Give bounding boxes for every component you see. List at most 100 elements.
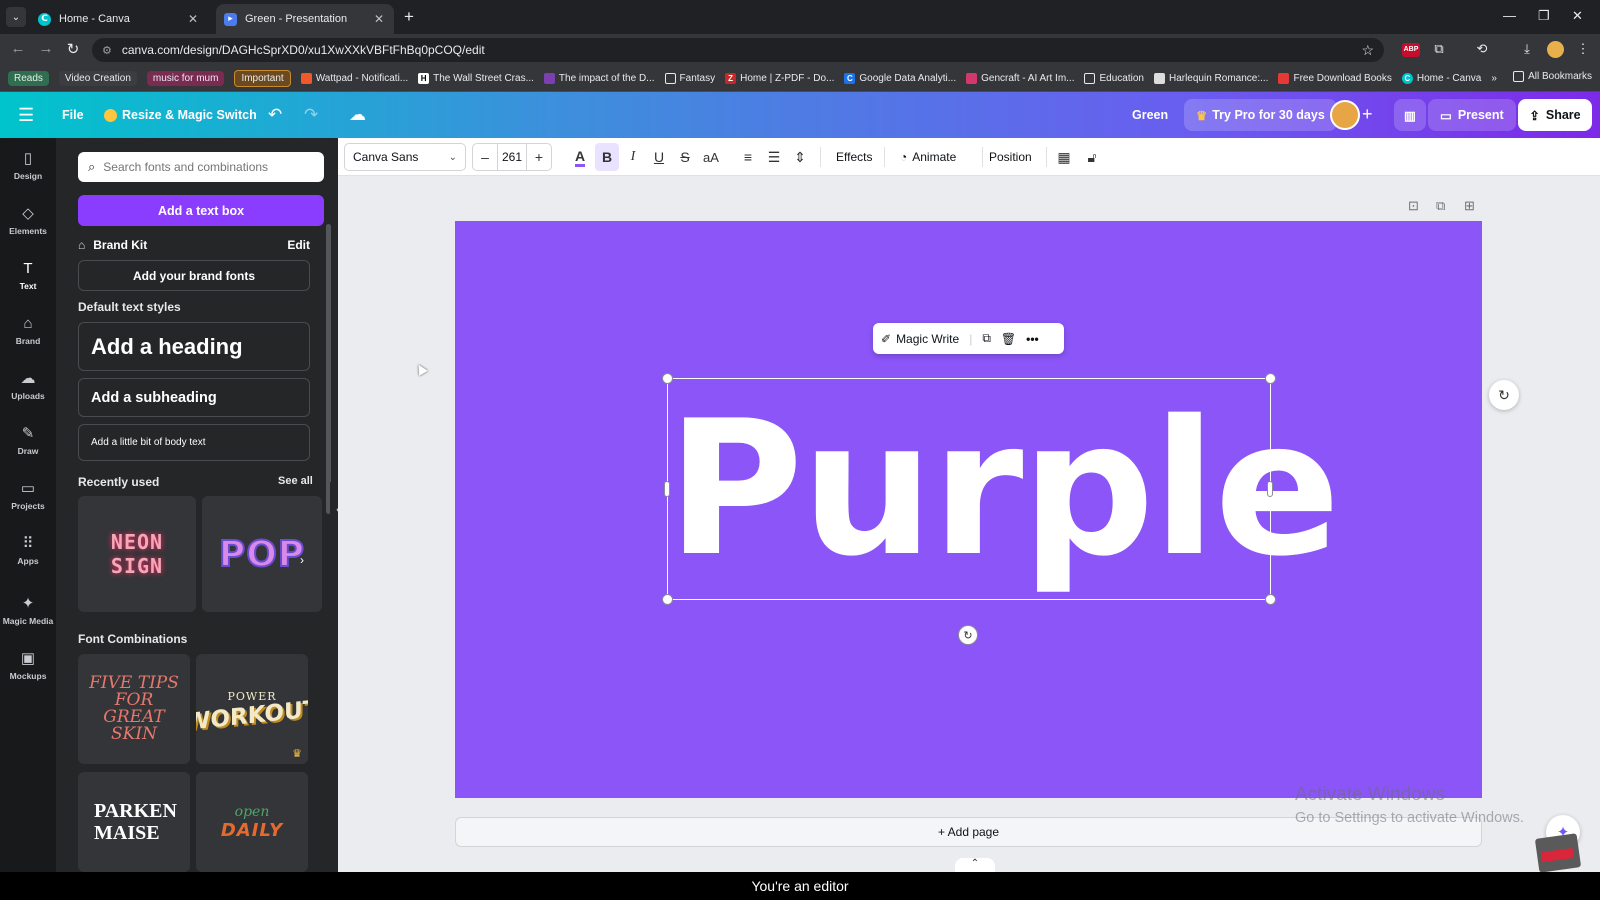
site-info-icon[interactable]: ⚙ <box>102 44 112 57</box>
insights-chart-icon[interactable]: ▥ <box>1394 99 1426 131</box>
resize-handle-top-left[interactable] <box>662 373 673 384</box>
decrease-size-button[interactable]: – <box>473 149 497 165</box>
font-size-input[interactable]: 261 <box>497 144 527 170</box>
font-combination-tile[interactable]: PARKEN MAISE <box>78 772 190 872</box>
browser-tab-home[interactable]: C Home - Canva ✕ <box>30 4 208 34</box>
text-color-icon[interactable]: A <box>568 143 592 171</box>
animate-button[interactable]: ◔ Animate <box>900 143 956 171</box>
adblock-extension-icon[interactable]: ABP <box>1402 43 1420 57</box>
browser-menu-icon[interactable]: ⋮ <box>1574 41 1592 57</box>
minimize-icon[interactable]: — <box>1503 8 1516 23</box>
more-options-icon[interactable]: ••• <box>1026 332 1039 346</box>
bookmark-item[interactable]: Education <box>1084 73 1144 84</box>
close-tab-icon[interactable]: ✕ <box>372 12 386 26</box>
resize-handle-left[interactable] <box>664 481 670 497</box>
back-icon[interactable]: ← <box>8 40 28 57</box>
pop-template[interactable]: POP <box>202 496 322 612</box>
panel-scrollbar[interactable] <box>326 224 331 514</box>
show-pages-chevron-icon[interactable]: ⌃ <box>955 858 995 872</box>
design-title[interactable]: Green <box>1132 92 1168 138</box>
bookmark-chip[interactable]: Reads <box>8 71 49 86</box>
bookmark-item[interactable]: H The Wall Street Cras... <box>418 73 534 84</box>
present-button[interactable]: ▭ Present <box>1428 99 1516 131</box>
bookmark-item[interactable]: Wattpad - Notificati... <box>300 73 408 84</box>
rail-item-magic-media[interactable]: ✦ Magic Media <box>0 585 56 635</box>
bookmark-item[interactable]: Harlequin Romance:... <box>1153 73 1268 84</box>
brand-kit-edit-button[interactable]: Edit <box>287 238 310 252</box>
rail-item-uploads[interactable]: ☁ Uploads <box>0 360 56 410</box>
font-combination-tile[interactable]: open DAILY <box>196 772 308 872</box>
history-icon[interactable]: ⟲ <box>1473 41 1491 57</box>
rail-item-projects[interactable]: ▭ Projects <box>0 470 56 520</box>
carousel-next-icon[interactable]: › <box>300 553 304 567</box>
close-tab-icon[interactable]: ✕ <box>186 12 200 26</box>
font-search-input[interactable] <box>103 160 304 174</box>
italic-icon[interactable]: I <box>621 143 645 171</box>
resize-handle-top-right[interactable] <box>1265 373 1276 384</box>
increase-size-button[interactable]: + <box>527 149 551 165</box>
add-collaborator-icon[interactable]: + <box>1362 104 1373 125</box>
restore-icon[interactable]: ❐ <box>1538 8 1550 24</box>
file-menu-button[interactable]: File <box>62 92 84 138</box>
forward-icon[interactable]: → <box>36 40 56 57</box>
reload-icon[interactable]: ↻ <box>63 40 83 58</box>
bookmark-item[interactable]: Free Download Books <box>1278 73 1392 84</box>
bookmark-item[interactable]: The impact of the D... <box>543 73 655 84</box>
rail-item-elements[interactable]: ◇ Elements <box>0 195 56 245</box>
redo-icon[interactable]: ↷ <box>304 92 318 138</box>
duplicate-page-icon[interactable]: ⧉ <box>1436 198 1445 214</box>
close-window-icon[interactable]: ✕ <box>1572 8 1583 24</box>
add-subheading-button[interactable]: Add a subheading <box>78 378 310 417</box>
rail-item-draw[interactable]: ✎ Draw <box>0 415 56 465</box>
font-search-field[interactable]: ⌕ <box>78 152 324 182</box>
bookmark-chip[interactable]: Video Creation <box>58 71 137 86</box>
rail-item-design[interactable]: ▯ Design <box>0 140 56 190</box>
undo-icon[interactable]: ↶ <box>268 92 282 138</box>
bookmarks-overflow-button[interactable]: » <box>1491 73 1497 84</box>
add-brand-fonts-button[interactable]: Add your brand fonts <box>78 260 310 291</box>
magic-write-button[interactable]: ✐ Magic Write <box>881 332 959 346</box>
align-center-icon[interactable]: ≡ <box>736 143 760 171</box>
add-body-text-button[interactable]: Add a little bit of body text <box>78 424 310 461</box>
underline-icon[interactable]: U <box>647 143 671 171</box>
bookmark-item[interactable]: C Home - Canva <box>1401 73 1481 84</box>
rail-item-brand[interactable]: ⌂ Brand <box>0 305 56 355</box>
extensions-puzzle-icon[interactable]: ⧉ <box>1430 41 1448 57</box>
lock-icon[interactable]: 🔓︎ <box>1080 143 1104 171</box>
bookmark-chip[interactable]: Important <box>234 70 291 87</box>
rotate-handle-icon[interactable]: ↻ <box>958 625 978 645</box>
delete-icon[interactable]: 🗑︎ <box>1001 332 1016 346</box>
rail-item-apps[interactable]: ⠿ Apps <box>0 525 56 575</box>
share-button[interactable]: ⇪ Share <box>1518 99 1592 131</box>
bookmark-item[interactable]: Fantasy <box>664 73 715 84</box>
new-tab-button[interactable]: + <box>404 7 414 27</box>
rail-item-mockups[interactable]: ▣ Mockups <box>0 640 56 690</box>
transparency-icon[interactable]: ▦ <box>1052 143 1076 171</box>
add-heading-button[interactable]: Add a heading <box>78 322 310 371</box>
rail-item-text[interactable]: T Text <box>0 250 56 300</box>
see-all-link[interactable]: See all <box>278 475 313 487</box>
cloud-save-icon[interactable]: ☁ <box>349 92 366 138</box>
font-combination-tile[interactable]: POWER WORKOUT ♛ <box>196 654 308 764</box>
bookmark-item[interactable]: C Google Data Analyti... <box>844 73 956 84</box>
bold-icon[interactable]: B <box>595 143 619 171</box>
all-bookmarks-button[interactable]: All Bookmarks <box>1513 71 1592 82</box>
page-lock-icon[interactable]: ⊡ <box>1408 198 1419 214</box>
refresh-comment-icon[interactable]: ↻ <box>1489 380 1519 410</box>
effects-button[interactable]: Effects <box>836 143 872 171</box>
profile-avatar[interactable] <box>1547 41 1564 58</box>
resize-handle-bottom-right[interactable] <box>1265 594 1276 605</box>
neon-sign-template[interactable]: NEON SIGN <box>78 496 196 612</box>
bookmark-item[interactable]: Gencraft - AI Art Im... <box>966 73 1074 84</box>
bookmark-chip[interactable]: music for mum <box>146 71 225 86</box>
main-menu-icon[interactable]: ☰ <box>18 92 34 138</box>
browser-tab-presentation[interactable]: ▸ Green - Presentation ✕ <box>216 4 394 34</box>
add-text-box-button[interactable]: Add a text box <box>78 195 324 226</box>
add-page-icon[interactable]: ⊞ <box>1464 198 1475 214</box>
bookmark-item[interactable]: Z Home | Z-PDF - Do... <box>725 73 834 84</box>
letter-case-icon[interactable]: aA <box>699 143 723 171</box>
line-spacing-icon[interactable]: ⇕ <box>788 143 812 171</box>
duplicate-icon[interactable]: ⧉ <box>982 331 991 346</box>
font-family-select[interactable]: Canva Sans ⌄ <box>344 143 466 171</box>
resize-handle-right[interactable] <box>1267 481 1273 497</box>
